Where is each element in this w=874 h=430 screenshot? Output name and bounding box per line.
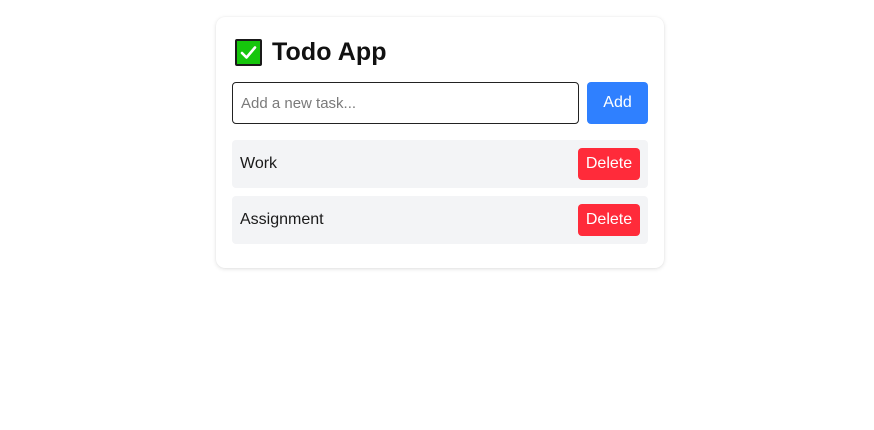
task-label: Work [240,155,278,172]
check-mark-button-icon [235,38,262,66]
task-list: Work Delete Assignment Delete [232,140,648,252]
check-mark-glyph [240,45,257,59]
add-button[interactable]: Add [587,82,648,124]
add-task-row: Add [232,82,648,124]
app-header: Todo App [235,37,387,67]
delete-button[interactable]: Delete [578,148,640,180]
task-item: Assignment Delete [232,196,648,244]
new-task-input[interactable] [232,82,579,124]
task-item: Work Delete [232,140,648,188]
task-label: Assignment [240,211,324,228]
page-title: Todo App [272,37,387,66]
delete-button[interactable]: Delete [578,204,640,236]
todo-card: Todo App Add Work Delete Assignment Dele… [216,17,664,268]
